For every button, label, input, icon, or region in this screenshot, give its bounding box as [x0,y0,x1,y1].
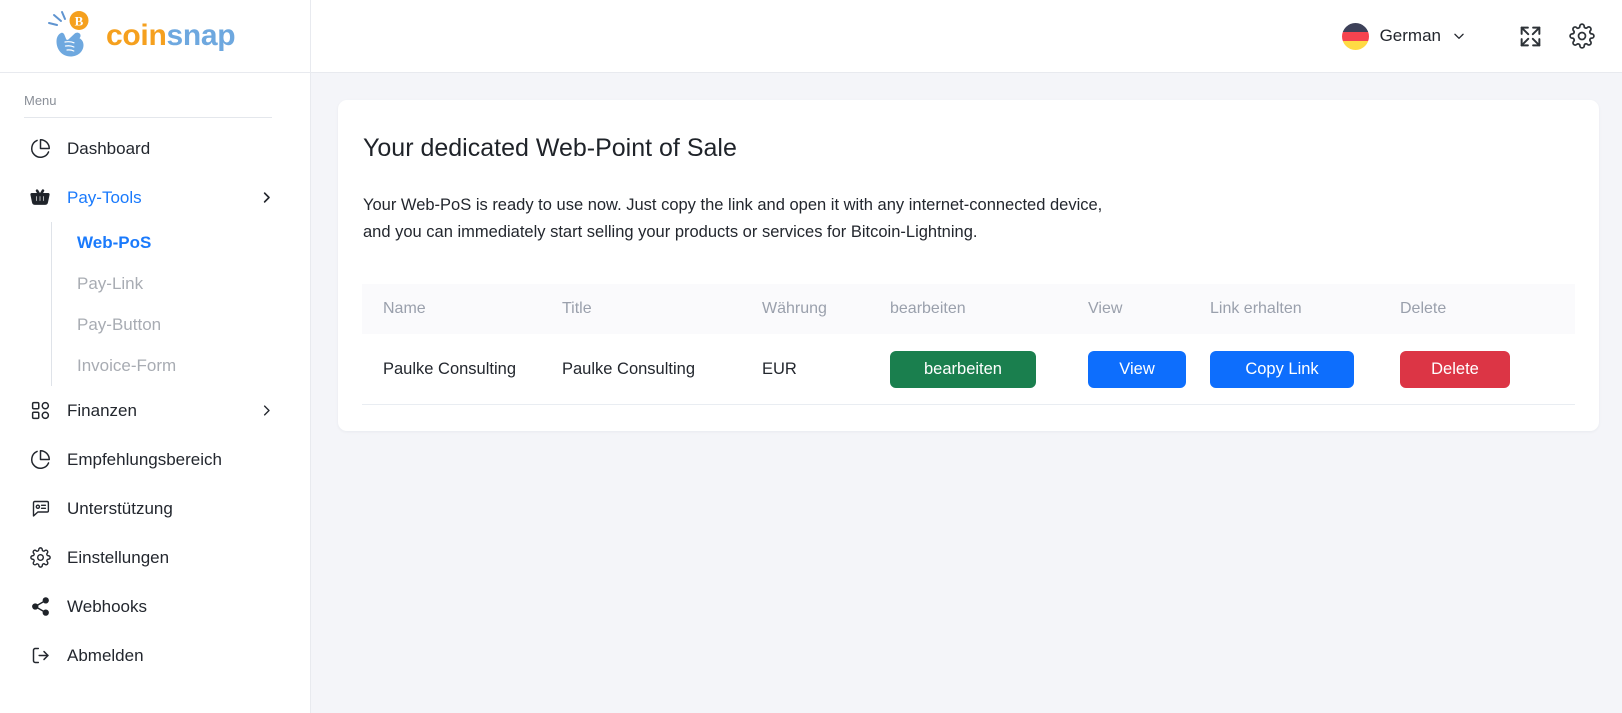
sidebar-item-label: Finanzen [67,401,137,421]
sidebar-item-label: Pay-Tools [67,188,142,208]
delete-button[interactable]: Delete [1400,351,1510,388]
brand-name-snap: snap [166,19,235,52]
sidebar-item-empfehlungsbereich[interactable]: Empfehlungsbereich [0,435,310,484]
edit-button[interactable]: bearbeiten [890,351,1036,388]
sidebar-subitem-label: Invoice-Form [77,356,176,376]
chevron-down-icon[interactable] [1452,29,1466,43]
sidebar-item-label: Empfehlungsbereich [67,450,222,470]
sidebar-subnav-pay-tools: Web-PoS Pay-Link Pay-Button Invoice-Form [51,222,310,386]
sidebar-subitem-web-pos[interactable]: Web-PoS [77,222,310,263]
settings-button[interactable] [1564,18,1600,54]
column-header-edit: bearbeiten [890,284,1088,334]
sidebar-subitem-label: Web-PoS [77,233,151,253]
content-area: Your dedicated Web-Point of Sale Your We… [311,73,1622,713]
page-title: Your dedicated Web-Point of Sale [363,134,1575,163]
sidebar-nav: Dashboard Pay-Tools [0,118,310,680]
cell-edit-action: bearbeiten [890,334,1088,404]
sidebar-item-label: Abmelden [67,646,144,666]
gear-icon [29,547,51,569]
cell-name: Paulke Consulting [362,334,562,404]
sidebar-item-finanzen[interactable]: Finanzen [0,386,310,435]
logout-icon [29,645,51,667]
fullscreen-button[interactable] [1512,18,1548,54]
cell-copy-link-action: Copy Link [1210,334,1400,404]
sidebar-item-pay-tools[interactable]: Pay-Tools [0,173,310,222]
cell-delete-action: Delete [1400,334,1575,404]
column-header-link: Link erhalten [1210,284,1400,334]
cell-view-action: View [1088,334,1210,404]
sidebar-item-label: Unterstützung [67,499,173,519]
sidebar-item-unterstuetzung[interactable]: Unterstützung [0,484,310,533]
sidebar-item-webhooks[interactable]: Webhooks [0,582,310,631]
cell-title: Paulke Consulting [562,334,762,404]
sidebar-item-dashboard[interactable]: Dashboard [0,124,310,173]
german-flag-icon [1342,23,1369,50]
sidebar-subitem-invoice-form[interactable]: Invoice-Form [77,345,310,386]
column-header-title: Title [562,284,762,334]
sidebar-subitem-pay-link[interactable]: Pay-Link [77,263,310,304]
sidebar-item-abmelden[interactable]: Abmelden [0,631,310,680]
page-description: Your Web-PoS is ready to use now. Just c… [363,192,1133,245]
sidebar-item-label: Dashboard [67,139,150,159]
table-head: Name Title Währung bearbeiten View Link … [362,284,1575,334]
pie-chart-icon [29,449,51,471]
fullscreen-expand-icon [1518,24,1543,49]
sidebar-item-einstellungen[interactable]: Einstellungen [0,533,310,582]
gear-icon [1569,23,1595,49]
web-pos-table-wrap: Name Title Währung bearbeiten View Link … [362,284,1575,405]
brand-logo-area[interactable]: B coinsnap [0,0,310,73]
sidebar: B coinsnap Menu [0,0,311,713]
column-header-delete: Delete [1400,284,1575,334]
sidebar-item-label: Einstellungen [67,548,169,568]
coinsnap-logo-icon: B [46,9,100,63]
main-area: German [311,0,1622,713]
column-header-view: View [1088,284,1210,334]
sidebar-subitem-label: Pay-Link [77,274,143,294]
app-root: B coinsnap Menu [0,0,1622,713]
language-label: German [1380,26,1441,46]
menu-section-label: Menu [0,73,310,117]
sidebar-subitem-pay-button[interactable]: Pay-Button [77,304,310,345]
brand-wordmark: coinsnap [106,21,235,51]
pie-chart-icon [29,138,51,160]
support-chat-icon [29,498,51,520]
web-pos-card: Your dedicated Web-Point of Sale Your We… [338,100,1599,431]
grid-apps-icon [29,400,51,422]
svg-text:B: B [75,14,84,29]
table-row: Paulke Consulting Paulke Consulting EUR … [362,334,1575,404]
brand-name-coin: coin [106,19,166,52]
chevron-right-icon[interactable] [259,403,274,418]
sidebar-item-label: Webhooks [67,597,147,617]
language-selector[interactable]: German [1342,23,1466,50]
column-header-currency: Währung [762,284,890,334]
web-pos-table: Name Title Währung bearbeiten View Link … [362,284,1575,405]
column-header-name: Name [362,284,562,334]
copy-link-button[interactable]: Copy Link [1210,351,1354,388]
table-header-row: Name Title Währung bearbeiten View Link … [362,284,1575,334]
view-button[interactable]: View [1088,351,1186,388]
table-body: Paulke Consulting Paulke Consulting EUR … [362,334,1575,404]
topbar: German [311,0,1622,73]
cell-currency: EUR [762,334,890,404]
sidebar-subitem-label: Pay-Button [77,315,161,335]
share-nodes-icon [29,596,51,618]
basket-icon [29,187,51,209]
chevron-right-icon[interactable] [259,190,274,205]
